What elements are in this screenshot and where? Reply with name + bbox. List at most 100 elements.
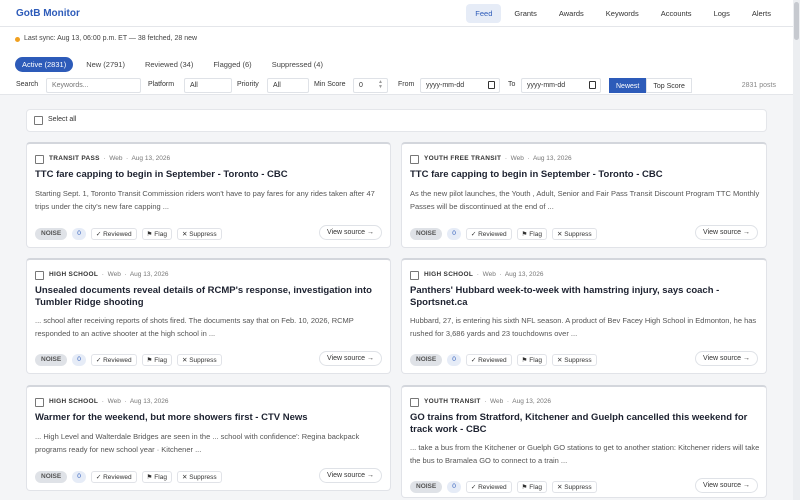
priority-select[interactable]: All — [267, 78, 309, 93]
scrollbar-thumb[interactable] — [794, 2, 799, 40]
suppress-button[interactable]: ✕ Suppress — [551, 354, 597, 366]
priority-label: Priority — [237, 81, 259, 88]
view-source-button[interactable]: View source → — [695, 351, 758, 366]
tab-flagged[interactable]: Flagged (6) — [206, 57, 258, 72]
post-checkbox[interactable] — [410, 398, 419, 407]
view-source-button[interactable]: View source → — [319, 351, 382, 366]
reviewed-button[interactable]: ✓ Reviewed — [90, 228, 137, 240]
nav-awards[interactable]: Awards — [550, 4, 593, 23]
post-snippet: ... High Level and Walterdale Bridges ar… — [35, 432, 360, 454]
nav-grants[interactable]: Grants — [505, 4, 546, 23]
post-checkbox[interactable] — [35, 155, 44, 164]
sort-newest-button[interactable]: Newest — [609, 78, 647, 93]
platform-select[interactable]: All — [184, 78, 232, 93]
suppress-button[interactable]: ✕ Suppress — [551, 481, 597, 493]
post-actions: NOISE 0 ✓ Reviewed ⚑ Flag ✕ Suppress — [410, 481, 597, 493]
flag-button[interactable]: ⚑ Flag — [141, 354, 172, 366]
reviewed-button[interactable]: ✓ Reviewed — [465, 354, 512, 366]
select-all-bar — [26, 109, 767, 132]
keyword-tag: HIGH SCHOOL — [424, 271, 474, 278]
priority-badge: NOISE — [410, 228, 443, 240]
post-snippet: As the new pilot launches, the Youth , A… — [410, 189, 760, 211]
post-title[interactable]: TTC fare capping to begin in September -… — [410, 169, 755, 181]
view-source-button[interactable]: View source → — [319, 225, 382, 240]
calendar-icon[interactable] — [488, 81, 495, 89]
select-all-checkbox[interactable] — [34, 116, 43, 125]
flag-button[interactable]: ⚑ Flag — [516, 354, 547, 366]
reviewed-button[interactable]: ✓ Reviewed — [90, 471, 137, 483]
brand-logo[interactable]: GotB Monitor — [16, 8, 80, 19]
sort-top-score-button[interactable]: Top Score — [646, 78, 692, 93]
view-source-button[interactable]: View source → — [695, 225, 758, 240]
post-date: Aug 13, 2026 — [129, 398, 169, 405]
min-score-input[interactable]: 0 ▲ ▼ — [353, 78, 388, 93]
suppress-button[interactable]: ✕ Suppress — [176, 228, 222, 240]
post-actions: NOISE 0 ✓ Reviewed ⚑ Flag ✕ Suppress — [410, 354, 597, 366]
post-date: Aug 13, 2026 — [129, 271, 169, 278]
suppress-button[interactable]: ✕ Suppress — [176, 354, 222, 366]
priority-badge: NOISE — [35, 228, 68, 240]
sort-toggle: Newest Top Score — [609, 78, 692, 93]
post-actions: NOISE 0 ✓ Reviewed ⚑ Flag ✕ Suppress — [35, 228, 222, 240]
platform: Web — [107, 271, 121, 278]
score-badge: 0 — [447, 228, 461, 240]
post-snippet: Starting Sept. 1, Toronto Transit Commis… — [35, 189, 375, 211]
reviewed-button[interactable]: ✓ Reviewed — [465, 481, 512, 493]
view-source-button[interactable]: View source → — [695, 478, 758, 493]
tab-suppressed[interactable]: Suppressed (4) — [265, 57, 330, 72]
reviewed-button[interactable]: ✓ Reviewed — [465, 228, 512, 240]
score-badge: 0 — [72, 228, 86, 240]
post-checkbox[interactable] — [410, 155, 419, 164]
calendar-icon[interactable] — [589, 81, 596, 89]
flag-button[interactable]: ⚑ Flag — [516, 481, 547, 493]
post-snippet: ... take a bus from the Kitchener or Gue… — [410, 443, 760, 465]
nav-accounts[interactable]: Accounts — [652, 4, 701, 23]
nav-alerts[interactable]: Alerts — [743, 4, 780, 23]
suppress-button[interactable]: ✕ Suppress — [551, 228, 597, 240]
post-checkbox[interactable] — [410, 271, 419, 280]
view-source-button[interactable]: View source → — [319, 468, 382, 483]
stepper-arrows-icon[interactable]: ▲ ▼ — [378, 80, 383, 90]
flag-button[interactable]: ⚑ Flag — [516, 228, 547, 240]
sync-status-dot — [15, 37, 20, 42]
post-actions: NOISE 0 ✓ Reviewed ⚑ Flag ✕ Suppress — [35, 354, 222, 366]
to-date-input[interactable]: yyyy-mm-dd — [521, 78, 601, 93]
post-date: Aug 13, 2026 — [131, 155, 171, 162]
post-checkbox[interactable] — [35, 398, 44, 407]
suppress-button[interactable]: ✕ Suppress — [176, 471, 222, 483]
min-score-label: Min Score — [314, 81, 346, 88]
nav-logs[interactable]: Logs — [705, 4, 739, 23]
post-title[interactable]: TTC fare capping to begin in September -… — [35, 169, 380, 181]
priority-badge: NOISE — [410, 354, 443, 366]
nav-keywords[interactable]: Keywords — [597, 4, 648, 23]
search-input[interactable]: Keywords... — [46, 78, 141, 93]
post-meta: YOUTH FREE TRANSIT · Web · Aug 13, 2026 — [424, 155, 572, 162]
reviewed-button[interactable]: ✓ Reviewed — [90, 354, 137, 366]
post-title[interactable]: Unsealed documents reveal details of RCM… — [35, 285, 380, 308]
platform: Web — [107, 398, 121, 405]
flag-button[interactable]: ⚑ Flag — [141, 228, 172, 240]
to-label: To — [508, 81, 516, 88]
post-checkbox[interactable] — [35, 271, 44, 280]
tab-active[interactable]: Active (2831) — [15, 57, 74, 72]
from-date-input[interactable]: yyyy-mm-dd — [420, 78, 500, 93]
post-title[interactable]: Warmer for the weekend, but more showers… — [35, 412, 380, 424]
post-card: HIGH SCHOOL · Web · Aug 13, 2026 Warmer … — [26, 385, 391, 491]
priority-badge: NOISE — [35, 354, 68, 366]
platform: Web — [490, 398, 504, 405]
priority-badge: NOISE — [35, 471, 68, 483]
tab-reviewed[interactable]: Reviewed (34) — [138, 57, 200, 72]
platform-label: Platform — [148, 81, 175, 88]
scrollbar[interactable] — [793, 0, 800, 500]
post-meta: YOUTH TRANSIT · Web · Aug 13, 2026 — [424, 398, 551, 405]
top-bar: GotB Monitor Feed Grants Awards Keywords… — [0, 0, 800, 27]
nav-feed[interactable]: Feed — [466, 4, 502, 23]
post-title[interactable]: GO trains from Stratford, Kitchener and … — [410, 412, 755, 435]
post-title[interactable]: Panthers' Hubbard week-to-week with hams… — [410, 285, 755, 308]
post-snippet: Hubbard, 27, is entering his sixth NFL s… — [410, 316, 757, 338]
post-meta: HIGH SCHOOL · Web · Aug 13, 2026 — [49, 271, 169, 278]
priority-badge: NOISE — [410, 481, 443, 493]
platform: Web — [482, 271, 496, 278]
flag-button[interactable]: ⚑ Flag — [141, 471, 172, 483]
tab-new[interactable]: New (2791) — [79, 57, 132, 72]
